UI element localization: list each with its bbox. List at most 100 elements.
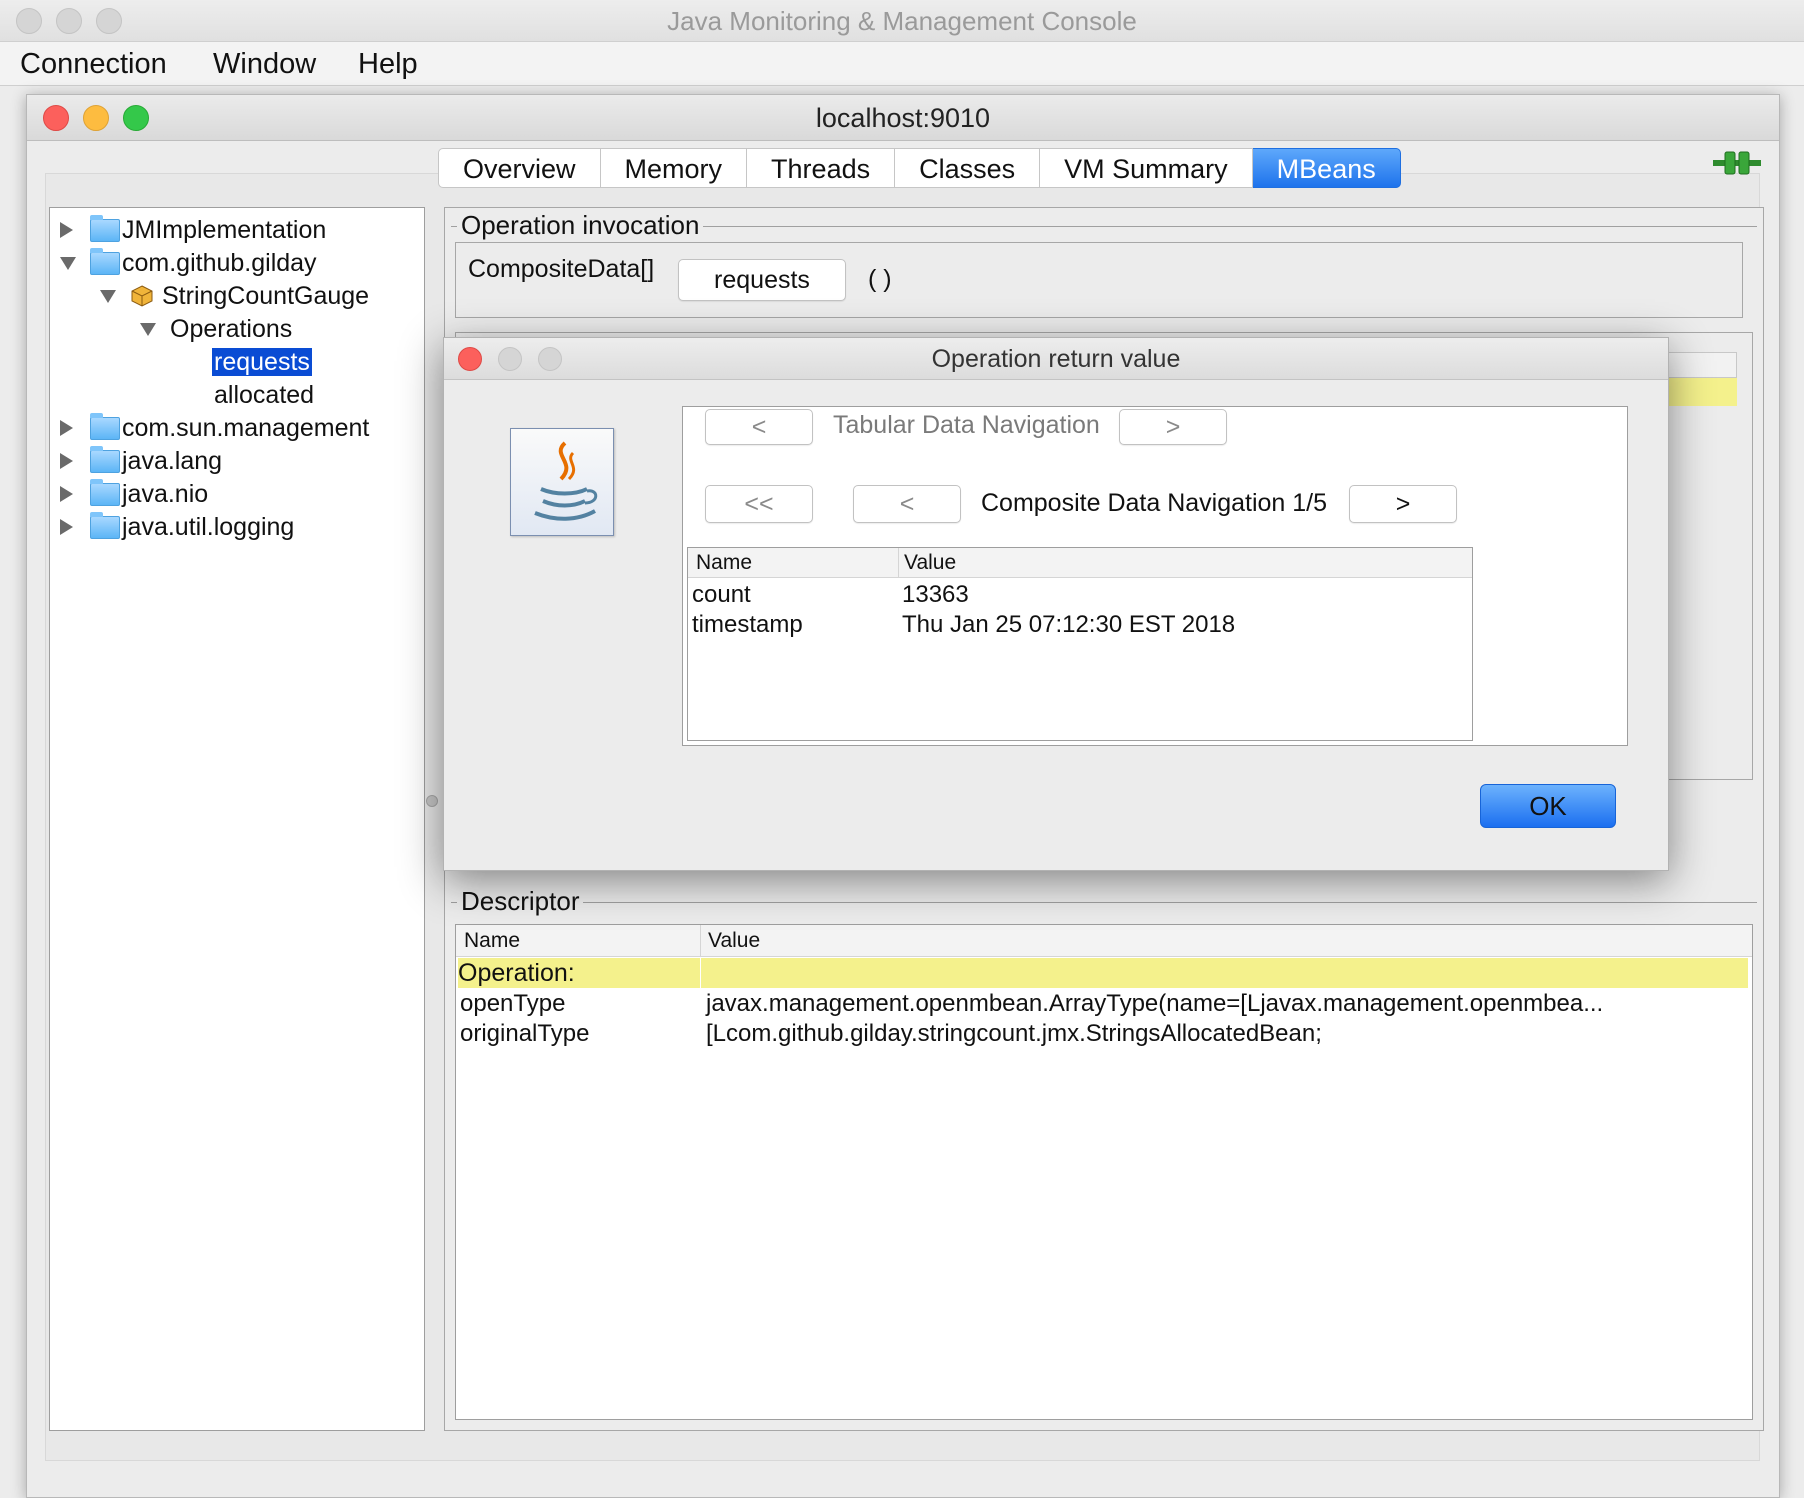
table-row[interactable]: count 13363 — [688, 580, 1472, 610]
tab-memory[interactable]: Memory — [600, 148, 748, 188]
tabular-prev-button[interactable]: < — [705, 409, 813, 445]
menu-help[interactable]: Help — [358, 42, 418, 86]
bean-icon — [131, 285, 153, 307]
tab-overview[interactable]: Overview — [438, 148, 601, 188]
tree-node-java-nio[interactable]: java.nio — [60, 476, 400, 512]
descriptor-cell-name: Operation: — [458, 959, 575, 987]
tab-vm-summary[interactable]: VM Summary — [1040, 148, 1253, 188]
tab-bar: Overview Memory Threads Classes VM Summa… — [438, 148, 1401, 188]
descriptor-cell-value: javax.management.openmbean.ArrayType(nam… — [706, 990, 1604, 1017]
return-type-label: CompositeData[] — [468, 255, 655, 283]
table-row[interactable]: timestamp Thu Jan 25 07:12:30 EST 2018 — [688, 610, 1472, 640]
connection-window: localhost:9010 Overview Memory Threads C… — [26, 94, 1780, 1498]
tree-node-com-sun-management[interactable]: com.sun.management — [60, 410, 400, 446]
tree-node-stringcountgauge[interactable]: StringCountGauge — [100, 278, 400, 314]
tree-node-label: com.sun.management — [122, 414, 370, 442]
descriptor-cell-value: [Lcom.github.gilday.stringcount.jmx.Stri… — [706, 1020, 1322, 1047]
inner-title-bar: localhost:9010 — [27, 95, 1779, 141]
tree-node-label: java.util.logging — [122, 513, 295, 541]
tree-node-label: Operations — [170, 315, 293, 343]
tree-node-java-util-logging[interactable]: java.util.logging — [60, 509, 400, 545]
collapse-arrow-icon[interactable] — [140, 323, 156, 336]
expand-arrow-icon[interactable] — [60, 222, 73, 238]
menu-connection[interactable]: Connection — [20, 42, 167, 86]
menu-bar: Connection Window Help — [0, 42, 1804, 86]
collapse-arrow-icon[interactable] — [100, 290, 116, 303]
expand-arrow-icon[interactable] — [60, 519, 73, 535]
tree-node-java-lang[interactable]: java.lang — [60, 443, 400, 479]
java-logo-icon — [510, 428, 614, 536]
connection-window-title: localhost:9010 — [815, 103, 991, 133]
tab-mbeans[interactable]: MBeans — [1252, 148, 1401, 188]
tabular-nav-label: Tabular Data Navigation — [833, 411, 1100, 439]
split-pane-divider[interactable] — [426, 795, 438, 807]
tree-node-com-github-gilday[interactable]: com.github.gilday — [60, 245, 400, 281]
inner-zoom-button[interactable] — [123, 105, 149, 131]
folder-icon — [90, 446, 120, 473]
descriptor-cell-name: originalType — [460, 1020, 590, 1047]
composite-col-name[interactable]: Name — [696, 548, 752, 578]
composite-next-button[interactable]: > — [1349, 485, 1457, 523]
expand-arrow-icon[interactable] — [60, 420, 73, 436]
tree-node-label: JMImplementation — [122, 216, 327, 244]
tree-node-label: java.lang — [122, 447, 223, 475]
composite-prev-button[interactable]: < — [853, 485, 961, 523]
invocation-box: CompositeData[] requests ( ) — [455, 242, 1743, 318]
plug-icon — [1713, 151, 1761, 175]
composite-cell-value: Thu Jan 25 07:12:30 EST 2018 — [902, 611, 1236, 638]
params-label: ( ) — [868, 265, 892, 293]
dialog-minimize-button — [498, 347, 522, 371]
expand-arrow-icon[interactable] — [60, 486, 73, 502]
descriptor-col-name[interactable]: Name — [464, 925, 520, 957]
outer-window-title: Java Monitoring & Management Console — [667, 6, 1137, 36]
inner-close-button[interactable] — [43, 105, 69, 131]
composite-table-header: Name Value — [688, 548, 1472, 578]
composite-cell-name: count — [692, 581, 751, 608]
mbean-tree: JMImplementation com.github.gilday Strin… — [49, 207, 425, 1431]
tree-node-requests[interactable]: requests — [212, 344, 312, 380]
dialog-title-bar: Operation return value — [444, 338, 1668, 380]
outer-title-bar: Java Monitoring & Management Console — [0, 0, 1804, 42]
folder-icon — [90, 413, 120, 440]
tree-node-allocated[interactable]: allocated — [214, 377, 314, 413]
tab-classes[interactable]: Classes — [895, 148, 1041, 188]
dialog-title: Operation return value — [931, 345, 1181, 373]
descriptor-legend: Descriptor — [457, 886, 584, 916]
table-row[interactable]: originalType [Lcom.github.gilday.stringc… — [458, 1019, 1748, 1049]
menu-window[interactable]: Window — [213, 42, 316, 86]
table-row[interactable]: Operation: — [458, 958, 1748, 988]
dialog-close-button[interactable] — [458, 347, 482, 371]
operation-invocation-legend: Operation invocation — [457, 210, 704, 240]
composite-nav-label: Composite Data Navigation 1/5 — [981, 489, 1328, 517]
descriptor-table: Name Value Operation: openType javax.man… — [455, 924, 1753, 1420]
tree-node-label: com.github.gilday — [122, 249, 317, 277]
folder-icon — [90, 479, 120, 506]
outer-window: Java Monitoring & Management Console Con… — [0, 0, 1804, 1498]
tab-threads[interactable]: Threads — [747, 148, 896, 188]
tree-node-jmimplementation[interactable]: JMImplementation — [60, 212, 400, 248]
expand-arrow-icon[interactable] — [60, 453, 73, 469]
composite-col-value[interactable]: Value — [904, 548, 956, 578]
dialog-zoom-button — [538, 347, 562, 371]
folder-icon — [90, 512, 120, 539]
tree-node-label: StringCountGauge — [162, 282, 370, 310]
tabular-next-button[interactable]: > — [1119, 409, 1227, 445]
info-table-highlight-row — [1667, 378, 1737, 406]
inner-minimize-button[interactable] — [83, 105, 109, 131]
composite-first-button[interactable]: << — [705, 485, 813, 523]
table-row[interactable]: openType javax.management.openmbean.Arra… — [458, 989, 1748, 1019]
collapse-arrow-icon[interactable] — [60, 257, 76, 270]
outer-minimize-button[interactable] — [56, 8, 82, 34]
tree-node-operations[interactable]: Operations — [140, 311, 400, 347]
folder-icon — [90, 248, 120, 275]
outer-zoom-button[interactable] — [96, 8, 122, 34]
descriptor-cell-name: openType — [460, 990, 566, 1017]
outer-close-button[interactable] — [16, 8, 42, 34]
composite-table: Name Value count 13363 timestamp Thu Jan… — [687, 547, 1473, 741]
folder-icon — [90, 215, 120, 242]
tree-node-label: allocated — [214, 381, 315, 409]
descriptor-table-header: Name Value — [456, 925, 1752, 957]
descriptor-col-value[interactable]: Value — [708, 925, 760, 957]
ok-button[interactable]: OK — [1480, 784, 1616, 828]
invoke-requests-button[interactable]: requests — [678, 259, 846, 301]
